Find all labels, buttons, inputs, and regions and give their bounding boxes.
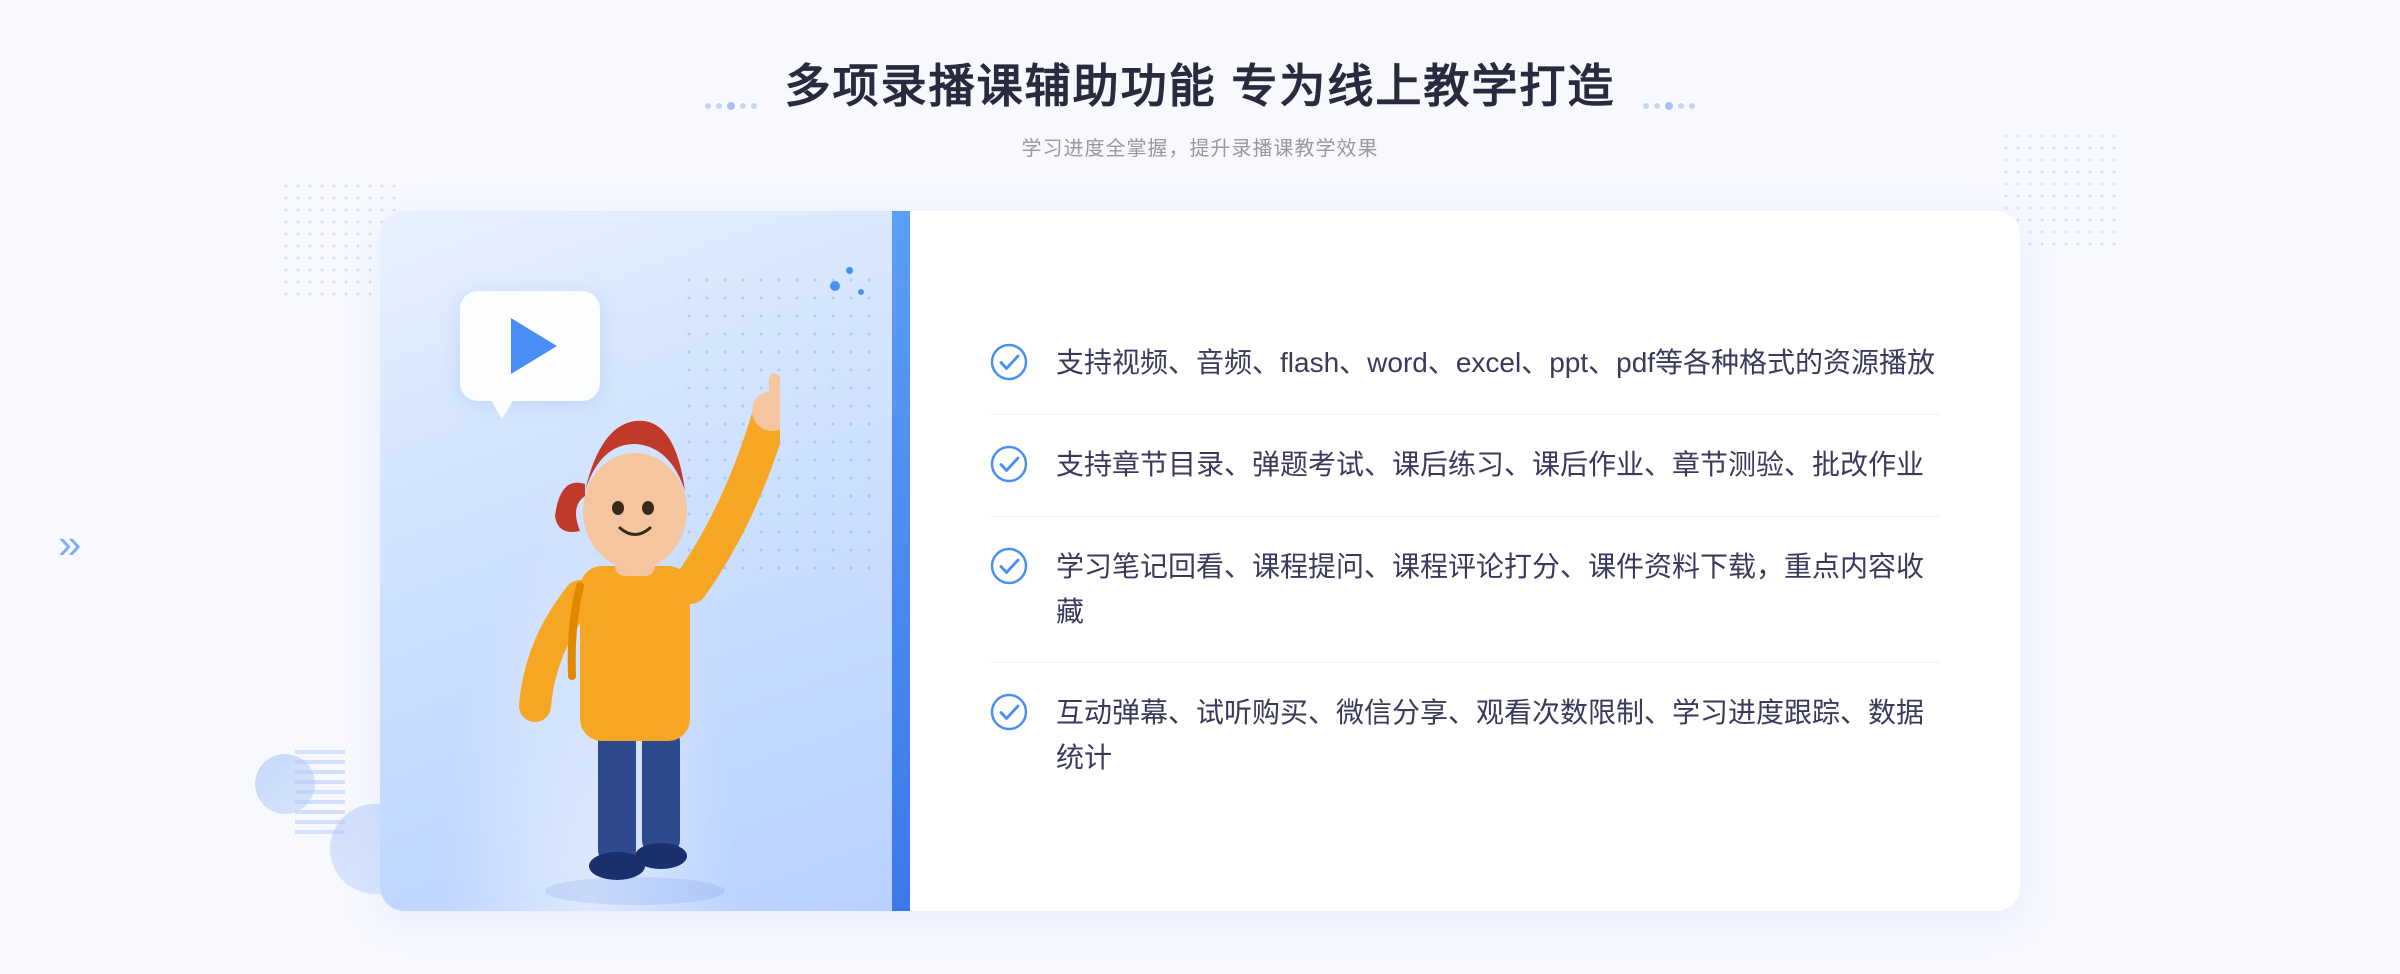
sparkle-dot-2 [846,267,853,274]
content-panel: 支持视频、音频、flash、word、excel、ppt、pdf等各种格式的资源… [910,211,2020,911]
feature-text-1: 支持视频、音频、flash、word、excel、ppt、pdf等各种格式的资源… [1056,341,1935,386]
feature-item-3: 学习笔记回看、课程提问、课程评论打分、课件资料下载，重点内容收藏 [990,517,1940,664]
check-icon-1 [990,343,1028,381]
main-card: 支持视频、音频、flash、word、excel、ppt、pdf等各种格式的资源… [380,211,2020,911]
chevron-left-decoration: » [58,520,81,568]
check-icon-3 [990,547,1028,585]
dot-5 [751,103,757,109]
page-wrapper: » 多项录播课辅助功能 专为线上教学打造 学习进度全掌握，提升录播课教学效果 [0,0,2400,974]
sparkle-dot-1 [830,281,840,291]
dot-r1 [1643,103,1649,109]
check-icon-2 [990,445,1028,483]
illustration-panel [380,211,910,911]
stripe-decoration [295,744,345,834]
dot-1 [705,103,711,109]
feature-text-2: 支持章节目录、弹题考试、课后练习、课后作业、章节测验、批改作业 [1056,443,1924,488]
person-illustration [480,336,780,911]
header-section: 多项录播课辅助功能 专为线上教学打造 学习进度全掌握，提升录播课教学效果 [785,50,1616,161]
page-subtitle: 学习进度全掌握，提升录播课教学效果 [785,132,1616,161]
feature-item-4: 互动弹幕、试听购买、微信分享、观看次数限制、学习进度跟踪、数据统计 [990,663,1940,809]
dot-r3 [1665,102,1673,110]
dot-r5 [1689,103,1695,109]
blue-sidebar-accent [892,211,910,911]
feature-text-3: 学习笔记回看、课程提问、课程评论打分、课件资料下载，重点内容收藏 [1056,545,1940,635]
dot-r4 [1678,103,1684,109]
dot-r2 [1654,103,1660,109]
dot-2 [716,103,722,109]
dot-3 [727,102,735,110]
header-dots-left [705,102,757,110]
feature-item-1: 支持视频、音频、flash、word、excel、ppt、pdf等各种格式的资源… [990,313,1940,415]
features-list: 支持视频、音频、flash、word、excel、ppt、pdf等各种格式的资源… [990,313,1940,809]
dot-4 [740,103,746,109]
page-title: 多项录播课辅助功能 专为线上教学打造 [785,50,1616,116]
feature-item-2: 支持章节目录、弹题考试、课后练习、课后作业、章节测验、批改作业 [990,415,1940,517]
sparkle-dot-3 [858,289,864,295]
feature-text-4: 互动弹幕、试听购买、微信分享、观看次数限制、学习进度跟踪、数据统计 [1056,691,1940,781]
check-icon-4 [990,693,1028,731]
header-dots-right [1643,102,1695,110]
